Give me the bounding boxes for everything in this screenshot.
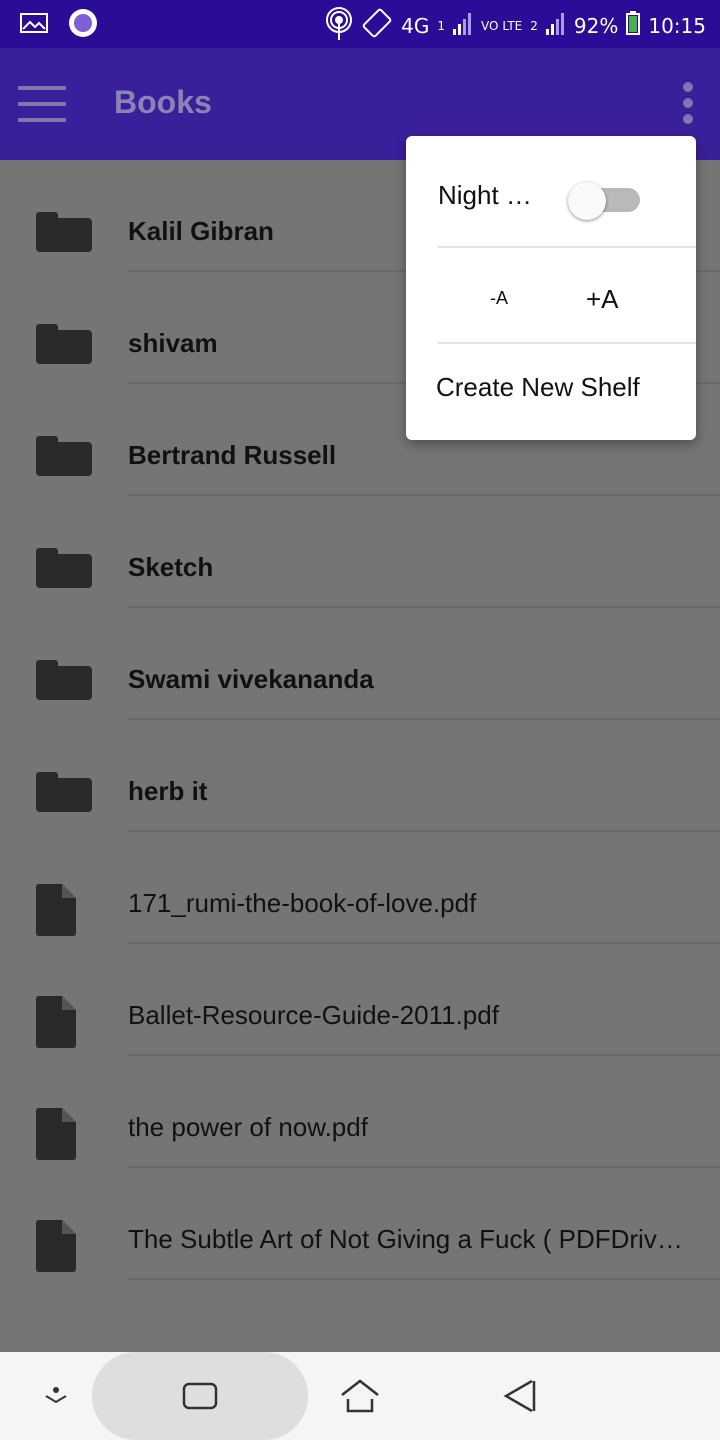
list-item-folder[interactable]: herb it — [0, 720, 720, 832]
toggle-thumb — [568, 182, 606, 220]
recording-icon — [68, 8, 98, 43]
list-item-label: Ballet-Resource-Guide-2011.pdf — [128, 1000, 499, 1030]
menu-icon[interactable] — [18, 86, 66, 122]
list-item-label: the power of now.pdf — [128, 1112, 368, 1142]
list-item-label: The Subtle Art of Not Giving a Fuck ( PD… — [128, 1224, 683, 1254]
home-icon[interactable] — [336, 1374, 384, 1418]
create-new-shelf-button[interactable]: Create New Shelf — [436, 372, 640, 403]
sim1-indicator: 1 — [437, 18, 446, 33]
battery-percent: 92% — [573, 13, 619, 38]
folder-icon — [36, 212, 92, 252]
volte-text: VO — [481, 18, 499, 33]
folder-icon — [36, 772, 92, 812]
sim2-indicator: 2 — [530, 18, 538, 33]
page-title: Books — [114, 84, 212, 120]
decrease-font-button[interactable]: -A — [490, 288, 508, 309]
list-item-file[interactable]: The Subtle Art of Not Giving a Fuck ( PD… — [0, 1168, 720, 1280]
back-icon[interactable] — [496, 1374, 544, 1418]
menu-divider — [438, 342, 696, 344]
list-item-folder[interactable]: Swami vivekananda — [0, 608, 720, 720]
overflow-menu: Night … -A +A Create New Shelf — [406, 136, 696, 440]
clock: 10:15 — [648, 13, 706, 38]
hide-keyboard-icon[interactable] — [32, 1374, 80, 1418]
file-icon — [36, 1108, 76, 1160]
night-mode-toggle[interactable] — [568, 182, 640, 220]
gallery-icon — [20, 11, 48, 40]
list-item-folder[interactable]: Sketch — [0, 496, 720, 608]
divider — [128, 1278, 720, 1280]
list-item-label: Sketch — [128, 552, 214, 582]
file-icon — [36, 1220, 76, 1272]
rotate-icon — [361, 7, 393, 44]
file-icon — [36, 996, 76, 1048]
list-item-label: 171_rumi-the-book-of-love.pdf — [128, 888, 477, 918]
folder-icon — [36, 548, 92, 588]
list-item-file[interactable]: 171_rumi-the-book-of-love.pdf — [0, 832, 720, 944]
lte-text: LTE — [502, 18, 523, 33]
folder-icon — [36, 436, 92, 476]
night-mode-label: Night … — [438, 180, 532, 210]
list-item-label: Swami vivekananda — [128, 664, 374, 694]
list-item-file[interactable]: the power of now.pdf — [0, 1056, 720, 1168]
status-bar: 4G 1 VO LTE 2 92% 10:15 — [0, 0, 720, 48]
signal-icon — [453, 11, 473, 40]
increase-font-button[interactable]: +A — [586, 284, 619, 315]
volte-badge: VO LTE — [481, 19, 522, 33]
battery-icon — [626, 11, 641, 40]
more-vert-icon[interactable] — [678, 82, 698, 126]
folder-icon — [36, 660, 92, 700]
list-item-label: herb it — [128, 776, 208, 806]
folder-icon — [36, 324, 92, 364]
recents-icon[interactable] — [176, 1374, 224, 1418]
signal-icon-2 — [545, 11, 566, 40]
menu-divider — [438, 246, 696, 248]
hotspot-icon — [325, 6, 353, 45]
network-type: 4G — [401, 13, 430, 38]
list-item-file[interactable]: Ballet-Resource-Guide-2011.pdf — [0, 944, 720, 1056]
system-nav-bar — [0, 1352, 720, 1440]
file-icon — [36, 884, 76, 936]
